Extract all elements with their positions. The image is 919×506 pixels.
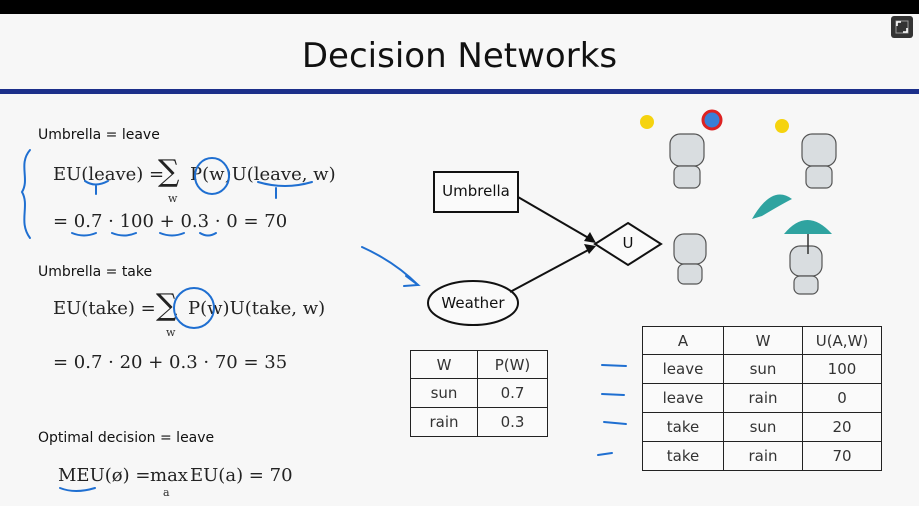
umbrella-node-label: Umbrella	[442, 182, 510, 200]
sun-icon	[640, 115, 654, 129]
table-cell: sun	[723, 354, 803, 384]
table-cell: leave	[642, 354, 724, 384]
robot-icon	[789, 245, 823, 277]
robot-icon	[673, 233, 707, 265]
table-cell: 0.7	[477, 378, 548, 408]
umbrella-closed-icon	[752, 194, 792, 219]
sun-icon	[775, 119, 789, 133]
slide: Decision Networks Umbrella = leave EU(le…	[0, 14, 919, 506]
table-cell: 0.3	[477, 407, 548, 437]
edge-umbrella-utility	[517, 196, 593, 241]
table-header: W	[410, 350, 478, 379]
edge-weather-utility	[509, 247, 593, 293]
utility-table: A W U(A,W) leave sun 100 leave rain 0 ta…	[642, 326, 882, 471]
table-cell: take	[642, 441, 724, 471]
table-cell: 0	[802, 383, 882, 413]
table-cell: rain	[723, 441, 803, 471]
table-cell: 70	[802, 441, 882, 471]
robot-icon	[801, 133, 837, 167]
table-header: W	[723, 326, 803, 355]
robot-icon	[669, 133, 705, 167]
table-cell: sun	[723, 412, 803, 442]
table-cell: take	[642, 412, 724, 442]
fullscreen-icon	[895, 20, 909, 34]
table-header-row: A W U(A,W)	[642, 326, 882, 355]
table-header-row: W P(W)	[410, 350, 548, 379]
table-cell: leave	[642, 383, 724, 413]
umbrella-open-icon	[784, 220, 832, 234]
table-row: take rain 70	[642, 441, 882, 471]
table-row: leave sun 100	[642, 354, 882, 384]
robot-illustrations	[640, 109, 837, 295]
table-row: leave rain 0	[642, 383, 882, 413]
weather-node-label: Weather	[441, 294, 505, 312]
fullscreen-button[interactable]	[891, 16, 913, 38]
table-header: U(A,W)	[802, 326, 882, 355]
table-cell: 100	[802, 354, 882, 384]
table-row: take sun 20	[642, 412, 882, 442]
table-cell: rain	[410, 407, 478, 437]
arrowhead	[584, 244, 596, 254]
table-row: sun 0.7	[410, 378, 548, 408]
weather-probability-table: W P(W) sun 0.7 rain 0.3	[410, 350, 548, 437]
table-cell: rain	[723, 383, 803, 413]
table-header: A	[642, 326, 724, 355]
table-cell: sun	[410, 378, 478, 408]
table-cell: 20	[802, 412, 882, 442]
table-row: rain 0.3	[410, 407, 548, 437]
beach-ball-icon	[701, 109, 723, 131]
table-header: P(W)	[477, 350, 548, 379]
